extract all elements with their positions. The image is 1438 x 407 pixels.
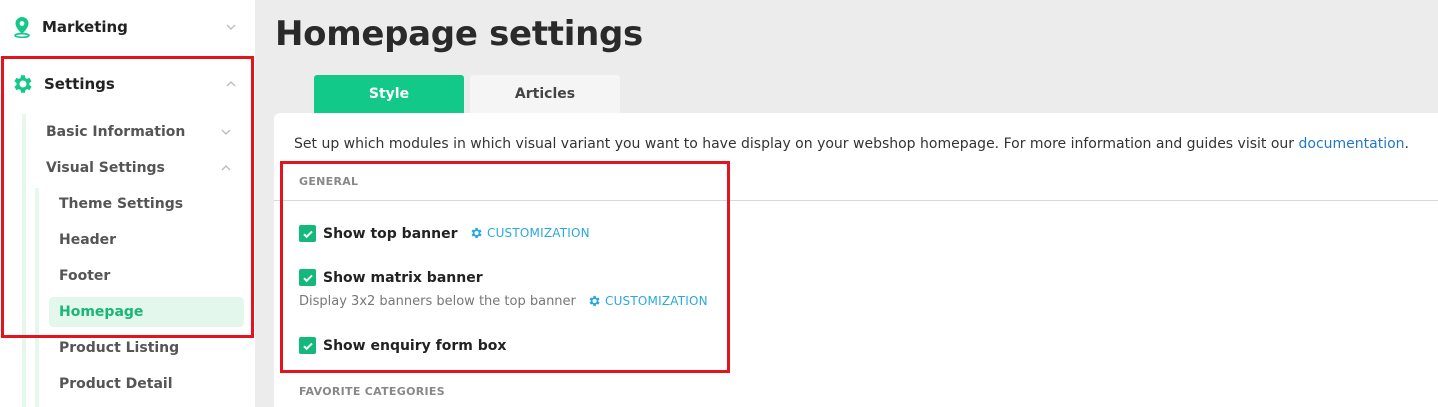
sidebar-item-header[interactable]: Header: [49, 225, 244, 255]
checkmark-icon: [302, 342, 313, 350]
tree-guide-line: [35, 188, 39, 407]
tree-guide-line: [22, 114, 26, 407]
gear-icon: [471, 227, 482, 239]
sidebar-item-basic-information[interactable]: Basic Information: [46, 114, 246, 150]
customization-label: CUSTOMIZATION: [605, 294, 708, 308]
option-show-enquiry-form-box[interactable]: Show enquiry form box: [299, 337, 506, 354]
checkmark-icon: [302, 274, 313, 282]
sidebar-item-theme-settings[interactable]: Theme Settings: [49, 189, 244, 219]
sidebar-item-label: Settings: [44, 75, 115, 93]
sidebar-item-homepage[interactable]: Homepage: [49, 297, 244, 327]
option-label: Show enquiry form box: [323, 337, 507, 354]
documentation-link[interactable]: documentation: [1299, 136, 1405, 152]
intro-text-end: .: [1404, 136, 1409, 152]
section-heading-general: GENERAL: [299, 175, 359, 188]
sidebar-item-product-listing[interactable]: Product Listing: [49, 333, 244, 363]
settings-panel: [274, 113, 1438, 407]
checkmark-icon: [302, 230, 313, 238]
sidebar-item-footer[interactable]: Footer: [49, 261, 244, 291]
intro-text-body: Set up which modules in which visual var…: [294, 136, 1295, 152]
location-pin-icon: [14, 17, 30, 38]
chevron-down-icon[interactable]: [225, 21, 237, 33]
option-label: Show matrix banner: [323, 269, 483, 286]
sidebar-item-product-detail[interactable]: Product Detail: [49, 369, 244, 399]
gear-icon: [589, 295, 600, 307]
sidebar-item-marketing[interactable]: Marketing: [0, 0, 255, 54]
tab-style[interactable]: Style: [314, 75, 464, 113]
matrix-banner-customization-link[interactable]: CUSTOMIZATION: [587, 294, 708, 308]
section-heading-favorite-categories: FAVORITE CATEGORIES: [299, 385, 445, 398]
checkbox-checked[interactable]: [299, 269, 316, 286]
sidebar-item-visual-settings[interactable]: Visual Settings: [46, 150, 246, 186]
sidebar-item-label: Basic Information: [46, 124, 186, 140]
tab-articles[interactable]: Articles: [470, 75, 620, 113]
customization-label: CUSTOMIZATION: [487, 226, 590, 240]
intro-text: Set up which modules in which visual var…: [294, 136, 1409, 152]
option-show-top-banner[interactable]: Show top banner: [299, 225, 457, 242]
checkbox-checked[interactable]: [299, 337, 316, 354]
matrix-banner-helper-text: Display 3x2 banners below the top banner: [299, 294, 576, 309]
chevron-up-icon[interactable]: [225, 78, 237, 90]
chevron-up-icon[interactable]: [220, 162, 232, 174]
option-show-matrix-banner[interactable]: Show matrix banner: [299, 269, 483, 286]
gear-icon: [14, 75, 32, 93]
page-title: Homepage settings: [275, 14, 643, 54]
sidebar-item-settings[interactable]: Settings: [0, 56, 255, 112]
option-label: Show top banner: [323, 225, 458, 242]
top-banner-customization-link[interactable]: CUSTOMIZATION: [469, 226, 590, 240]
section-divider: [274, 200, 1438, 201]
sidebar-item-label: Marketing: [42, 18, 128, 36]
checkbox-checked[interactable]: [299, 225, 316, 242]
chevron-down-icon[interactable]: [220, 126, 232, 138]
sidebar-item-label: Visual Settings: [46, 160, 165, 176]
sidebar: Marketing Settings Basic Information Vis…: [0, 0, 255, 407]
